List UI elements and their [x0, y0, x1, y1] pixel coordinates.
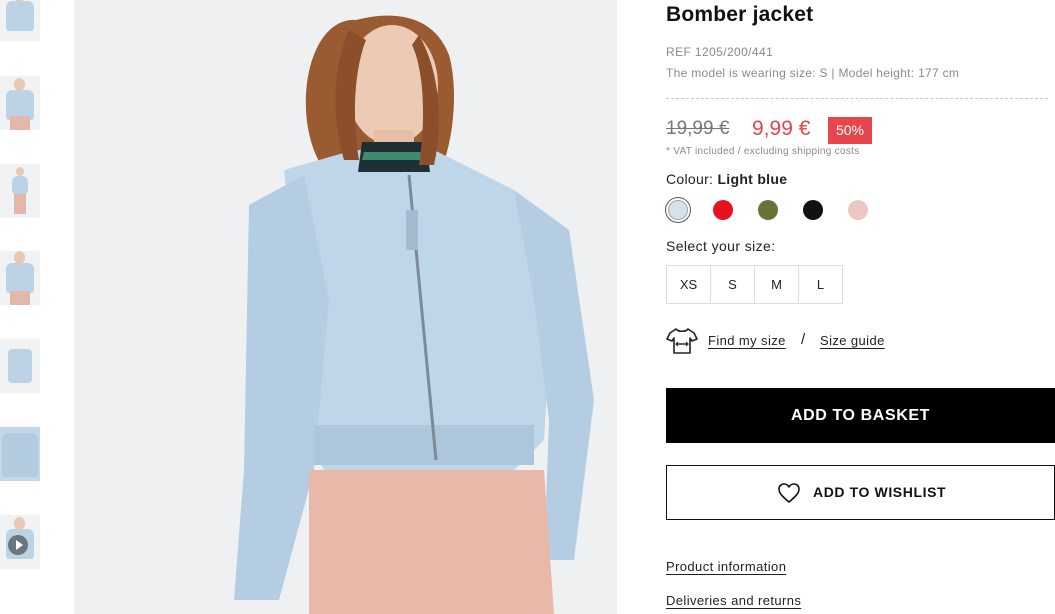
divider — [666, 98, 1048, 99]
vat-note: * VAT included / excluding shipping cost… — [666, 146, 860, 157]
thumbnail-6[interactable] — [0, 427, 40, 481]
colour-label-text: Colour: — [666, 171, 714, 187]
thumbnail-4[interactable] — [0, 251, 40, 305]
product-reference: REF 1205/200/441 — [666, 45, 774, 59]
size-guide-link[interactable]: Size guide — [820, 333, 885, 348]
swatch-black[interactable] — [803, 200, 823, 220]
add-to-wishlist-button[interactable]: ADD TO WISHLIST — [666, 465, 1055, 520]
sale-price: 9,99 € — [752, 117, 811, 140]
size-label: Select your size: — [666, 238, 776, 254]
main-product-image[interactable] — [74, 0, 617, 614]
wishlist-label: ADD TO WISHLIST — [813, 484, 947, 500]
swatch-red[interactable] — [713, 200, 733, 220]
product-information-link[interactable]: Product information — [666, 559, 786, 574]
thumbnail-2[interactable] — [0, 76, 40, 130]
swatch-pink[interactable] — [848, 200, 868, 220]
size-selector: XS S M L — [666, 265, 843, 304]
find-my-size-link[interactable]: Find my size — [708, 333, 786, 348]
deliveries-returns-link[interactable]: Deliveries and returns — [666, 593, 801, 608]
link-separator: / — [801, 331, 806, 348]
heart-icon — [778, 483, 800, 503]
tshirt-measure-icon — [666, 328, 698, 354]
model-info: The model is wearing size: S | Model hei… — [666, 66, 960, 80]
thumbnail-3[interactable] — [0, 164, 40, 218]
colour-label: Colour: Light blue — [666, 171, 787, 187]
size-m-button[interactable]: M — [754, 265, 799, 304]
product-title: Bomber jacket — [666, 3, 814, 26]
thumbnail-5[interactable] — [0, 339, 40, 393]
add-to-basket-button[interactable]: ADD TO BASKET — [666, 388, 1055, 443]
discount-badge: 50% — [828, 117, 872, 144]
swatch-light-blue[interactable] — [668, 200, 688, 220]
product-panel: Bomber jacket REF 1205/200/441 The model… — [666, 0, 1055, 614]
thumbnail-1[interactable] — [0, 0, 40, 41]
old-price: 19,99 € — [666, 118, 730, 139]
thumbnail-strip — [0, 0, 44, 614]
size-l-button[interactable]: L — [798, 265, 843, 304]
model-photo — [74, 0, 617, 614]
size-xs-button[interactable]: XS — [666, 265, 711, 304]
selected-colour: Light blue — [717, 171, 788, 187]
play-icon — [8, 535, 28, 555]
swatch-olive[interactable] — [758, 200, 778, 220]
thumbnail-7[interactable] — [0, 515, 40, 569]
size-s-button[interactable]: S — [710, 265, 755, 304]
